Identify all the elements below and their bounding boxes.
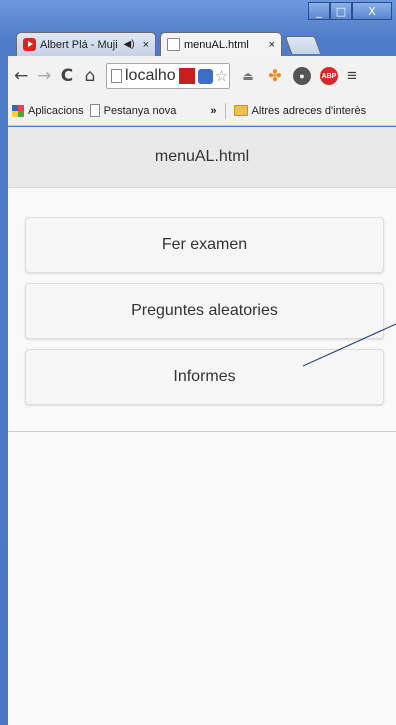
browser-window: _ □ X Albert Plá - Muji ◀︎) × menuAL.htm…: [0, 0, 396, 725]
browser-toolbar: ← → C ⌂ localho ☆ ⏏ ✤ ● ABP ≡: [8, 56, 396, 96]
back-button[interactable]: ←: [14, 66, 28, 86]
extension-icon[interactable]: ✤: [266, 67, 284, 85]
content-divider: [8, 431, 396, 432]
menu-list: Fer examen Preguntes aleatories Informes: [8, 188, 396, 405]
tab-title: menuAL.html: [184, 38, 249, 51]
fer-examen-button[interactable]: Fer examen: [25, 217, 384, 273]
tab-strip: Albert Plá - Muji ◀︎) × menuAL.html ×: [8, 28, 396, 56]
tab-close-button[interactable]: ×: [143, 39, 149, 51]
bookmark-label: Pestanya nova: [103, 104, 177, 117]
preguntes-aleatories-button[interactable]: Preguntes aleatories: [25, 283, 384, 339]
youtube-icon: [23, 38, 36, 51]
reload-button[interactable]: C: [60, 66, 74, 86]
extension-cube-icon[interactable]: [197, 68, 213, 84]
tab-youtube[interactable]: Albert Plá - Muji ◀︎) ×: [16, 32, 156, 56]
address-text: localho: [125, 67, 176, 84]
tab-title: Albert Plá - Muji: [40, 38, 118, 51]
new-tab-button[interactable]: [284, 36, 322, 54]
bookmarks-overflow-chevron[interactable]: »: [210, 105, 216, 117]
tab-menual[interactable]: menuAL.html ×: [160, 32, 282, 56]
bookmark-new-tab[interactable]: Pestanya nova: [89, 104, 177, 117]
window-controls: _ □ X: [308, 2, 392, 20]
speaker-icon: ◀︎): [123, 39, 135, 50]
informes-button[interactable]: Informes: [25, 349, 384, 405]
adblock-plus-icon[interactable]: ABP: [320, 67, 338, 85]
page-icon: [111, 69, 122, 83]
apps-grid-icon: [12, 104, 24, 117]
page-icon: [89, 104, 100, 117]
address-bar[interactable]: localho ☆: [106, 63, 230, 89]
chrome-menu-icon[interactable]: ≡: [347, 66, 357, 86]
close-window-button[interactable]: X: [352, 2, 392, 20]
page-content: menuAL.html Fer examen Preguntes aleator…: [8, 127, 396, 725]
bookmark-label: Aplicacions: [28, 104, 84, 117]
home-button[interactable]: ⌂: [83, 66, 97, 86]
divider: [224, 102, 226, 119]
download-icon[interactable]: ⏏: [239, 67, 257, 85]
flash-icon[interactable]: [178, 68, 195, 84]
maximize-button[interactable]: □: [330, 2, 352, 20]
page-title: menuAL.html: [154, 148, 250, 165]
bookmarks-bar: Aplicacions Pestanya nova » Altres adrec…: [8, 96, 396, 126]
forward-button[interactable]: →: [37, 66, 51, 86]
bookmark-apps[interactable]: Aplicacions: [12, 104, 84, 117]
tab-close-button[interactable]: ×: [269, 39, 275, 51]
film-reel-icon[interactable]: ●: [293, 67, 311, 85]
bookmark-other[interactable]: Altres adreces d'interès: [233, 104, 367, 117]
folder-icon: [233, 105, 248, 116]
bookmark-label: Altres adreces d'interès: [251, 104, 367, 117]
minimize-button[interactable]: _: [308, 2, 330, 20]
bookmark-star-icon[interactable]: ☆: [215, 67, 228, 85]
page-header: menuAL.html: [8, 127, 396, 188]
page-icon: [167, 38, 180, 51]
